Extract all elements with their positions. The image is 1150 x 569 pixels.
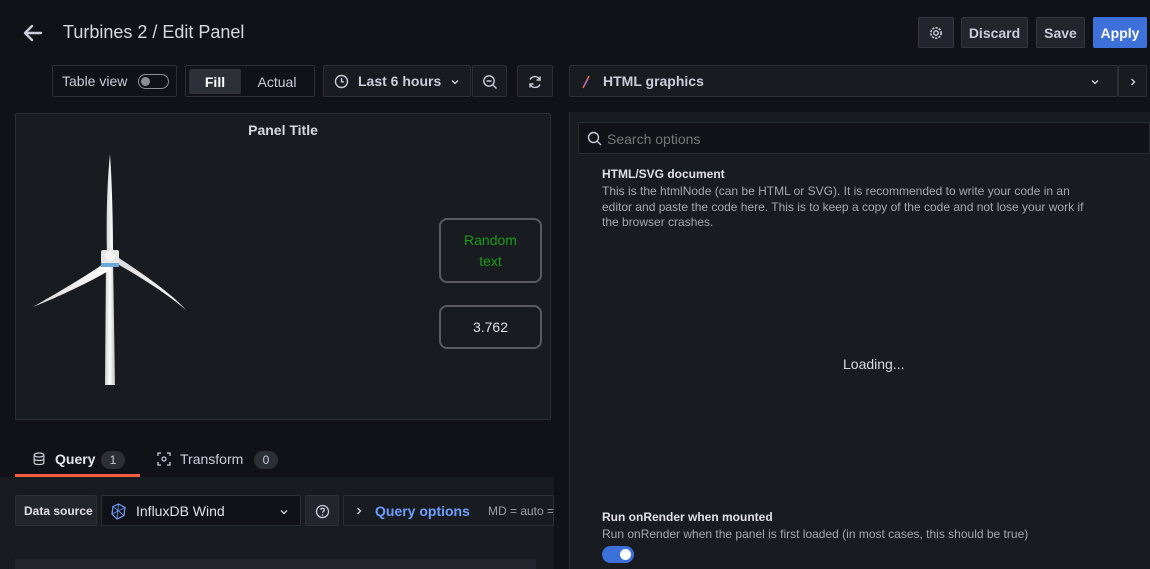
data-source-value: InfluxDB Wind [136, 503, 225, 519]
visualization-picker[interactable]: HTML graphics [569, 65, 1118, 97]
search-options-field[interactable] [578, 122, 1150, 154]
query-options-label: Query options [375, 503, 470, 519]
settings-button[interactable] [918, 17, 954, 48]
help-icon [315, 504, 330, 519]
search-options-input[interactable] [607, 129, 1127, 149]
panel-preview: Panel Title Random text 3.762 [15, 113, 551, 420]
query-options-toggle[interactable]: Query options MD = auto = [343, 495, 554, 526]
transform-count-badge: 0 [254, 451, 278, 469]
tab-transform-label: Transform [180, 451, 244, 467]
wind-turbine-graphic [33, 154, 186, 385]
table-view-toggle-group: Table view [52, 65, 177, 97]
save-button[interactable]: Save [1036, 17, 1085, 48]
value-text: 3.762 [472, 319, 509, 335]
page-title: Turbines 2 / Edit Panel [63, 22, 245, 42]
chevron-down-icon [280, 510, 288, 515]
tab-query-label: Query [55, 451, 96, 467]
discard-button[interactable]: Discard [961, 17, 1028, 48]
html-graphics-icon [582, 75, 590, 89]
time-range-picker[interactable]: Last 6 hours [323, 65, 471, 97]
apply-button[interactable]: Apply [1093, 17, 1147, 48]
query-count-badge: 1 [101, 451, 125, 469]
data-source-label-box: Data source [15, 495, 97, 526]
html-doc-description: This is the htmlNode (can be HTML or SVG… [602, 184, 1084, 229]
zoom-out-icon [483, 75, 497, 89]
random-text-box: Random text [439, 218, 542, 283]
search-icon [587, 131, 602, 146]
visualization-name: HTML graphics [603, 73, 704, 89]
panel-title: Panel Title [248, 122, 318, 138]
md-text: MD = auto = [488, 504, 554, 518]
database-icon [33, 452, 45, 466]
clock-icon [334, 74, 349, 89]
run-onrender-description: Run onRender when the panel is first loa… [602, 527, 1029, 541]
chevron-down-icon [1091, 80, 1099, 85]
back-arrow-icon[interactable] [20, 20, 46, 46]
gear-icon [930, 26, 942, 39]
tab-transform[interactable]: Transform 0 [150, 445, 285, 477]
table-view-label: Table view [62, 73, 128, 89]
chevron-right-icon [1131, 78, 1136, 86]
data-source-select[interactable]: InfluxDB Wind [101, 495, 301, 526]
loading-text: Loading... [843, 356, 905, 372]
actual-option[interactable]: Actual [246, 69, 308, 94]
table-view-switch[interactable] [138, 74, 169, 89]
refresh-icon [529, 75, 541, 89]
random-text: Random text [464, 231, 517, 269]
zoom-out-button[interactable] [472, 65, 507, 97]
influxdb-icon [111, 503, 126, 520]
data-source-label: Data source [24, 504, 93, 518]
refresh-button[interactable] [517, 65, 553, 97]
collapse-options-button[interactable] [1118, 65, 1147, 97]
run-onrender-title: Run onRender when mounted [602, 510, 773, 524]
query-editor-row [15, 559, 536, 569]
time-range-label: Last 6 hours [358, 73, 442, 89]
html-doc-title: HTML/SVG document [602, 167, 725, 181]
tab-query[interactable]: Query 1 [15, 445, 140, 477]
fill-option[interactable]: Fill [189, 69, 241, 94]
help-button[interactable] [305, 495, 339, 526]
chevron-right-icon [357, 507, 362, 515]
chevron-down-icon [451, 80, 459, 85]
transform-icon [157, 452, 171, 466]
value-box: 3.762 [439, 305, 542, 349]
run-onrender-toggle[interactable] [602, 546, 634, 563]
fill-actual-toggle: Fill Actual [185, 65, 315, 97]
